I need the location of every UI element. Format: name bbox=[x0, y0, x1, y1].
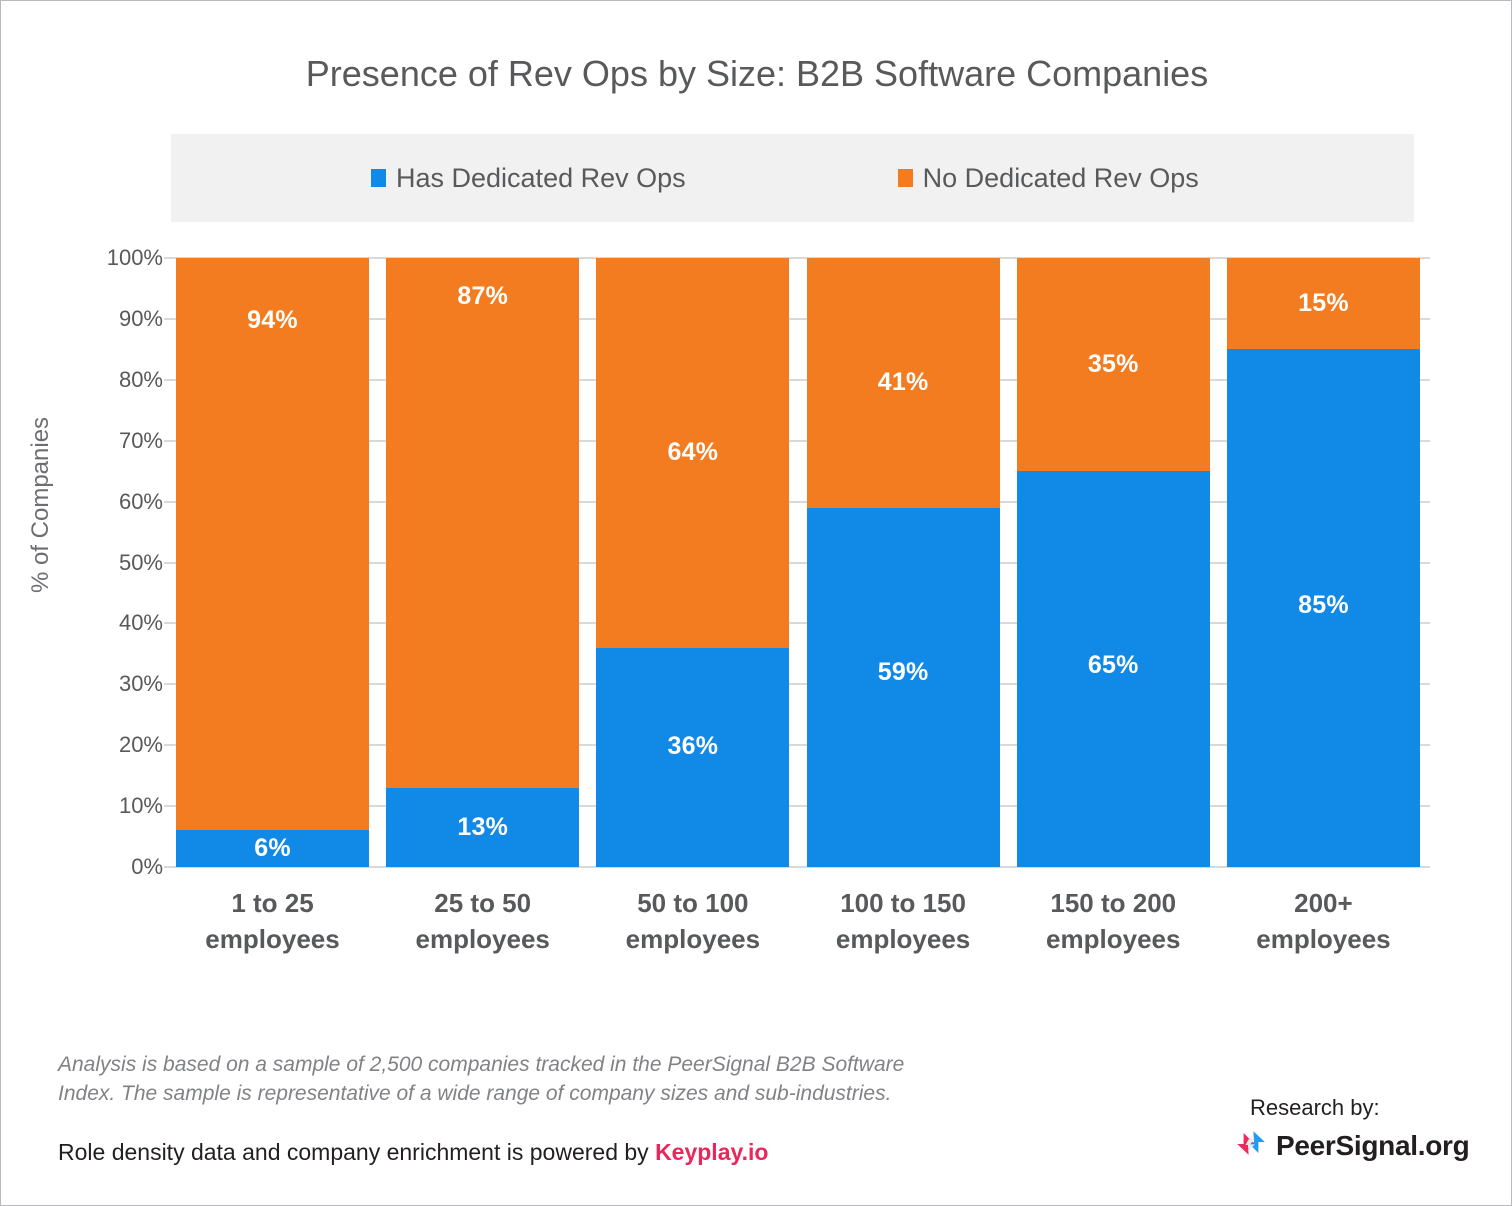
bar-segment-no-dedicated-rev-ops[interactable]: 35% bbox=[1016, 258, 1210, 472]
y-axis-tick-labels: 100% 90% 80% 70% 60% 50% 40% 30% 20% 10% 0% bbox=[81, 245, 163, 879]
bar-segment-no-dedicated-rev-ops[interactable]: 64% bbox=[596, 258, 790, 648]
bar-segment-has-dedicated-rev-ops[interactable]: 59% bbox=[806, 507, 1000, 867]
bar-column[interactable]: 87% 13% bbox=[386, 258, 580, 867]
bar-segment-label: 64% bbox=[667, 438, 719, 467]
y-tick-label: 100% bbox=[106, 245, 163, 270]
peersignal-mark-icon bbox=[1235, 1127, 1267, 1164]
bar-segment-label: 94% bbox=[247, 306, 298, 334]
peersignal-wordmark: PeerSignal.org bbox=[1276, 1129, 1470, 1161]
y-tick-label: 80% bbox=[118, 366, 163, 392]
bar-segment-label: 35% bbox=[1087, 350, 1139, 379]
x-tick-label: 25 to 50 employees bbox=[415, 888, 550, 954]
research-by-label: Research by: bbox=[1250, 1095, 1380, 1120]
x-tick-label: 200+ employees bbox=[1256, 888, 1391, 954]
x-tick-label: 50 to 100 employees bbox=[625, 888, 761, 954]
plot-area: 94% 6% 87% 13% 64% 36% 41% 59% 35% 65% 15% 85% bbox=[164, 257, 1430, 868]
chart-frame: Presence of Rev Ops by Size: B2B Softwar… bbox=[0, 0, 1512, 1206]
bar-segment-no-dedicated-rev-ops[interactable]: 41% bbox=[806, 258, 1000, 508]
bar-segment-no-dedicated-rev-ops[interactable]: 15% bbox=[1226, 258, 1420, 350]
chart-legend: Has Dedicated Rev Ops No Dedicated Rev O… bbox=[171, 134, 1414, 222]
legend-label-has-dedicated-rev-ops: Has Dedicated Rev Ops bbox=[396, 162, 686, 193]
bar-column[interactable]: 94% 6% bbox=[176, 258, 369, 867]
bar-group: 94% 6% 87% 13% 64% 36% 41% 59% 35% 65% 15% 85% bbox=[176, 258, 1420, 867]
y-tick-label: 50% bbox=[118, 549, 163, 575]
bar-segment-label: 41% bbox=[877, 368, 929, 397]
bar-segment-has-dedicated-rev-ops[interactable]: 6% bbox=[176, 830, 369, 867]
x-axis-tick-labels: 1 to 25 employees 25 to 50 employees 50 to 1… bbox=[176, 885, 1420, 957]
bar-segment-label: 59% bbox=[877, 657, 929, 686]
legend-item-no-dedicated-rev-ops[interactable]: No Dedicated Rev Ops bbox=[897, 162, 1199, 194]
keyplay-brand-link[interactable]: Keyplay.io bbox=[655, 1139, 768, 1165]
peersignal-logo[interactable]: PeerSignal.org bbox=[1235, 1127, 1470, 1164]
x-tick-label: 150 to 200 employees bbox=[1046, 888, 1181, 954]
legend-swatch-blue-icon bbox=[371, 169, 386, 187]
bar-segment-label: 15% bbox=[1298, 289, 1349, 318]
y-tick-label: 90% bbox=[118, 305, 163, 331]
bar-segment-label: 13% bbox=[457, 812, 508, 841]
legend-swatch-orange-icon bbox=[897, 169, 913, 187]
y-tick-label: 0% bbox=[131, 854, 163, 879]
bar-column[interactable]: 41% 59% bbox=[806, 258, 1000, 867]
bar-segment-no-dedicated-rev-ops[interactable]: 87% bbox=[386, 258, 580, 788]
x-tick-label: 1 to 25 employees bbox=[205, 888, 340, 954]
y-tick-label: 20% bbox=[118, 732, 163, 758]
y-tick-label: 40% bbox=[118, 610, 163, 636]
bar-segment-has-dedicated-rev-ops[interactable]: 13% bbox=[386, 787, 580, 867]
y-tick-label: 60% bbox=[118, 488, 163, 514]
bar-column[interactable]: 15% 85% bbox=[1226, 258, 1420, 867]
y-tick-label: 10% bbox=[118, 793, 163, 819]
legend-label-no-dedicated-rev-ops: No Dedicated Rev Ops bbox=[922, 162, 1199, 193]
y-axis-title: % of Companies bbox=[27, 416, 54, 594]
bar-segment-label: 85% bbox=[1298, 591, 1349, 620]
bar-segment-label: 6% bbox=[254, 834, 291, 863]
bar-segment-has-dedicated-rev-ops[interactable]: 36% bbox=[596, 647, 790, 867]
legend-item-has-dedicated-rev-ops[interactable]: Has Dedicated Rev Ops bbox=[371, 163, 686, 194]
bar-segment-label: 36% bbox=[667, 731, 719, 760]
powered-by-prefix: Role density data and company enrichment… bbox=[58, 1139, 656, 1165]
bar-segment-has-dedicated-rev-ops[interactable]: 65% bbox=[1016, 471, 1210, 867]
bar-segment-label: 87% bbox=[457, 282, 508, 310]
bar-column[interactable]: 35% 65% bbox=[1016, 258, 1210, 867]
bar-segment-no-dedicated-rev-ops[interactable]: 94% bbox=[176, 258, 369, 831]
y-tick-label: 30% bbox=[118, 671, 163, 697]
chart-title: Presence of Rev Ops by Size: B2B Softwar… bbox=[305, 53, 1209, 94]
powered-by-line: Role density data and company enrichment… bbox=[58, 1139, 768, 1166]
footnote-text: Analysis is based on a sample of 2,500 c… bbox=[58, 1053, 905, 1105]
x-tick-label: 100 to 150 employees bbox=[835, 888, 971, 954]
bar-column[interactable]: 64% 36% bbox=[596, 258, 790, 867]
y-tick-label: 70% bbox=[118, 427, 163, 453]
bar-segment-label: 65% bbox=[1087, 651, 1139, 680]
bar-segment-has-dedicated-rev-ops[interactable]: 85% bbox=[1226, 349, 1420, 867]
